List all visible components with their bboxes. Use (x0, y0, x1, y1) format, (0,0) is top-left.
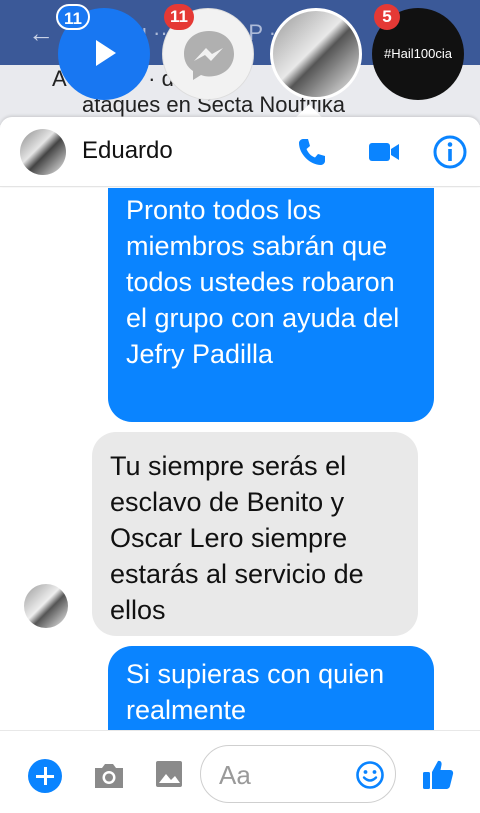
info-icon[interactable] (432, 134, 468, 170)
back-arrow-icon[interactable]: ← (28, 18, 54, 49)
avatar[interactable] (20, 129, 66, 175)
add-icon[interactable] (28, 759, 62, 793)
unread-badge: 11 (164, 4, 194, 30)
gallery-icon[interactable] (154, 759, 184, 789)
chat-head-contact-photo[interactable] (270, 8, 362, 100)
unread-badge: 5 (374, 4, 400, 30)
avatar (24, 584, 68, 628)
message-bubble-incoming[interactable]: Tu siempre serás el esclavo de Benito y … (92, 432, 418, 636)
unread-badge: 11 (56, 4, 90, 30)
conversation[interactable]: Pronto todos los miembros sabrán que tod… (0, 188, 480, 730)
chat-header: Eduardo (0, 117, 480, 187)
message-input-placeholder: Aa (219, 760, 251, 790)
composer-bar: Aa (0, 730, 480, 813)
thumbs-up-icon[interactable] (420, 757, 456, 793)
emoji-icon[interactable] (355, 760, 385, 790)
play-icon (96, 40, 116, 66)
message-bubble-outgoing[interactable]: Pronto todos los miembros sabrán que tod… (108, 188, 434, 422)
chat-head-label: #Hail100cia (384, 46, 452, 61)
video-camera-icon[interactable] (366, 134, 402, 170)
contact-name[interactable]: Eduardo (82, 137, 173, 165)
phone-icon[interactable] (294, 134, 330, 170)
camera-icon[interactable] (92, 761, 126, 791)
message-bubble-outgoing[interactable]: Si supieras con quien realmente (108, 646, 434, 730)
message-input[interactable]: Aa (200, 745, 396, 803)
